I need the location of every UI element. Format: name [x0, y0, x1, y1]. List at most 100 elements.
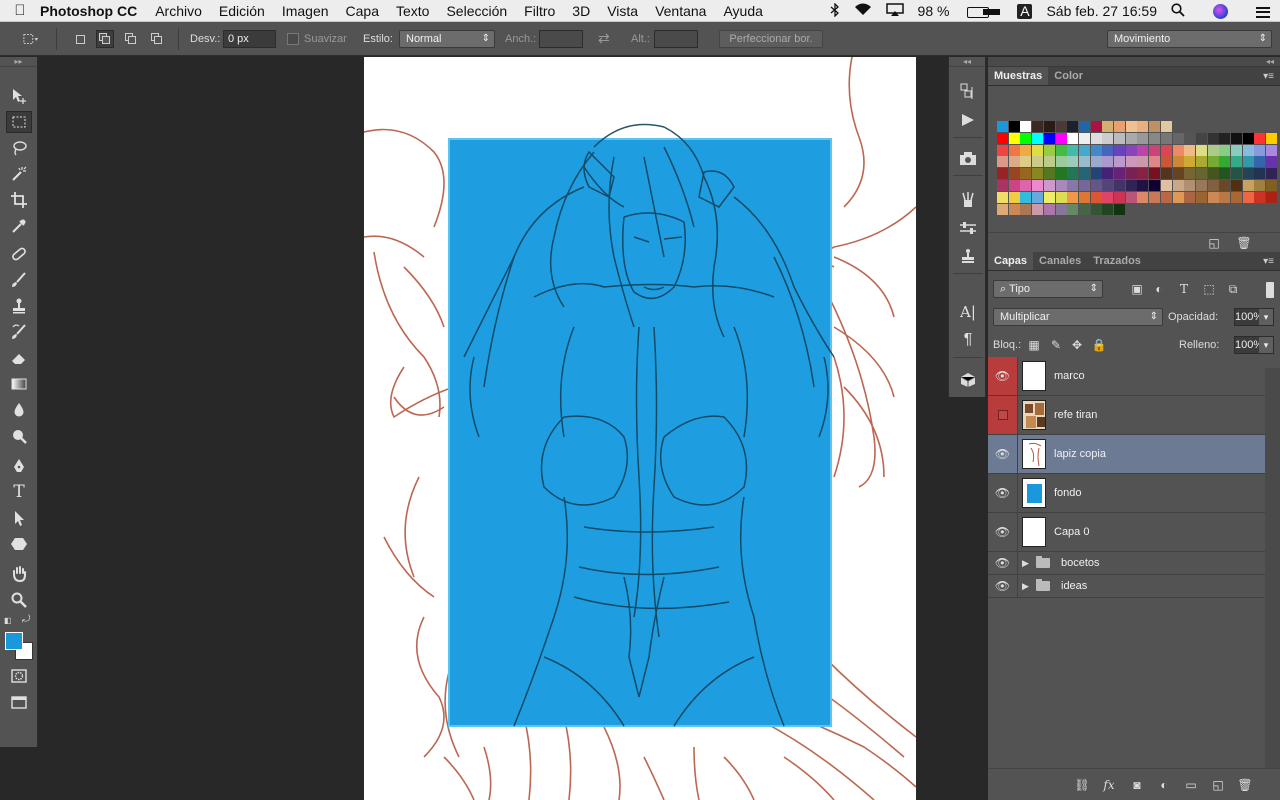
layer-row[interactable]: 👁 Capa 0: [988, 513, 1265, 552]
dodge-tool-icon[interactable]: [6, 425, 32, 447]
color-swatch[interactable]: [1067, 180, 1079, 191]
color-swatch[interactable]: [1090, 156, 1102, 168]
tab-trazados[interactable]: Trazados: [1087, 252, 1147, 270]
new-swatch-icon[interactable]: ◱: [1206, 235, 1222, 251]
antialias-checkbox[interactable]: [287, 33, 299, 45]
swap-dimensions-icon[interactable]: ⇄: [598, 30, 610, 47]
color-swatch[interactable]: [1219, 156, 1231, 168]
color-swatch[interactable]: [1137, 144, 1149, 156]
path-selection-icon[interactable]: [6, 507, 32, 529]
menu-filtro[interactable]: Filtro: [524, 3, 555, 19]
color-swatch[interactable]: [1078, 203, 1090, 215]
color-swatch[interactable]: [1172, 180, 1184, 191]
color-swatch[interactable]: [1090, 180, 1102, 191]
layer-row[interactable]: 👁 fondo: [988, 474, 1265, 513]
color-swatch[interactable]: [1137, 132, 1149, 144]
color-swatch[interactable]: [1254, 132, 1266, 144]
color-swatch[interactable]: [1254, 180, 1266, 191]
color-swatch[interactable]: [1184, 156, 1196, 168]
eraser-tool-icon[interactable]: [6, 347, 32, 369]
color-swatch[interactable]: [1043, 121, 1055, 132]
lock-position-icon[interactable]: ✥: [1069, 337, 1085, 353]
color-swatch[interactable]: [1160, 156, 1172, 168]
color-swatch[interactable]: [1114, 144, 1125, 156]
color-swatch[interactable]: [1242, 180, 1254, 191]
menu-texto[interactable]: Texto: [396, 3, 429, 19]
color-swatch[interactable]: [997, 180, 1008, 191]
move-tool-icon[interactable]: [6, 85, 32, 107]
layer-filter-select[interactable]: ⌕ Tipo: [993, 280, 1103, 298]
color-swatch[interactable]: [1043, 132, 1055, 144]
color-swatch[interactable]: [1055, 121, 1067, 132]
color-swatch[interactable]: [1032, 121, 1044, 132]
brush-tool-icon[interactable]: [6, 269, 32, 291]
color-swatch[interactable]: [997, 168, 1008, 180]
color-swatch[interactable]: [1160, 168, 1172, 180]
color-swatch[interactable]: [1114, 168, 1125, 180]
panel-grip[interactable]: ◂◂: [988, 57, 1280, 67]
paragraph-panel-icon[interactable]: ¶: [957, 329, 979, 351]
color-swatch[interactable]: [1231, 180, 1242, 191]
visibility-toggle[interactable]: [988, 396, 1018, 434]
color-swatch[interactable]: [1160, 191, 1172, 203]
type-filter-icon[interactable]: T: [1176, 281, 1192, 297]
color-swatch[interactable]: [997, 132, 1008, 144]
color-swatch[interactable]: [1008, 121, 1020, 132]
subtract-from-selection-button[interactable]: [122, 30, 140, 48]
color-swatch[interactable]: [1160, 144, 1172, 156]
battery-percent[interactable]: 98 %: [918, 3, 950, 19]
healing-brush-icon[interactable]: [6, 243, 32, 265]
menu-seleccion[interactable]: Selección: [446, 3, 507, 19]
input-source-icon[interactable]: A: [1003, 3, 1033, 19]
tab-muestras[interactable]: Muestras: [988, 67, 1049, 85]
color-swatch[interactable]: [1195, 191, 1207, 203]
filter-toggle[interactable]: [1266, 282, 1274, 298]
color-swatch[interactable]: [1078, 180, 1090, 191]
character-panel-icon[interactable]: A|: [957, 301, 979, 323]
trash-icon[interactable]: 🗑: [1236, 235, 1252, 251]
color-swatch[interactable]: [1184, 168, 1196, 180]
color-swatch[interactable]: [1043, 156, 1055, 168]
color-swatch[interactable]: [1254, 156, 1266, 168]
menu-vista[interactable]: Vista: [607, 3, 638, 19]
color-swatch[interactable]: [1125, 132, 1137, 144]
color-swatch[interactable]: [1102, 168, 1114, 180]
color-swatch[interactable]: [1195, 144, 1207, 156]
swap-colors-icon[interactable]: ⤾: [22, 614, 34, 626]
color-swatch[interactable]: [1090, 132, 1102, 144]
panel-menu-icon[interactable]: ▾≡: [1263, 252, 1274, 271]
color-swatch[interactable]: [1055, 180, 1067, 191]
color-swatch[interactable]: [1067, 121, 1079, 132]
color-swatch[interactable]: [1090, 144, 1102, 156]
color-swatch[interactable]: [1231, 191, 1242, 203]
color-swatch[interactable]: [1043, 144, 1055, 156]
color-swatch[interactable]: [1266, 191, 1278, 203]
visibility-eye-icon[interactable]: 👁: [988, 552, 1018, 574]
eyedropper-icon[interactable]: [6, 215, 32, 237]
hand-tool-icon[interactable]: [6, 563, 32, 585]
color-swatch[interactable]: [1020, 121, 1032, 132]
3d-panel-icon[interactable]: [957, 369, 979, 391]
tab-capas[interactable]: Capas: [988, 252, 1034, 270]
color-swatch[interactable]: [1266, 180, 1278, 191]
tab-canales[interactable]: Canales: [1033, 252, 1087, 270]
clock[interactable]: Sáb feb. 27 16:59: [1046, 3, 1157, 19]
color-swatch[interactable]: [1195, 132, 1207, 144]
color-swatch[interactable]: [1254, 144, 1266, 156]
color-swatch[interactable]: [1032, 191, 1044, 203]
history-panel-icon[interactable]: [957, 81, 979, 103]
visibility-eye-icon[interactable]: 👁: [988, 435, 1018, 473]
color-swatch[interactable]: [1114, 121, 1125, 132]
color-swatch[interactable]: [1137, 156, 1149, 168]
color-swatch[interactable]: [1055, 156, 1067, 168]
color-swatch[interactable]: [1043, 168, 1055, 180]
color-swatch[interactable]: [997, 203, 1008, 215]
color-swatch[interactable]: [1149, 180, 1161, 191]
color-swatch[interactable]: [1078, 144, 1090, 156]
color-swatch[interactable]: [1172, 132, 1184, 144]
color-swatch[interactable]: [1067, 191, 1079, 203]
color-swatch[interactable]: [1020, 203, 1032, 215]
color-swatch[interactable]: [1195, 156, 1207, 168]
color-swatch[interactable]: [1055, 168, 1067, 180]
menu-ventana[interactable]: Ventana: [655, 3, 706, 19]
